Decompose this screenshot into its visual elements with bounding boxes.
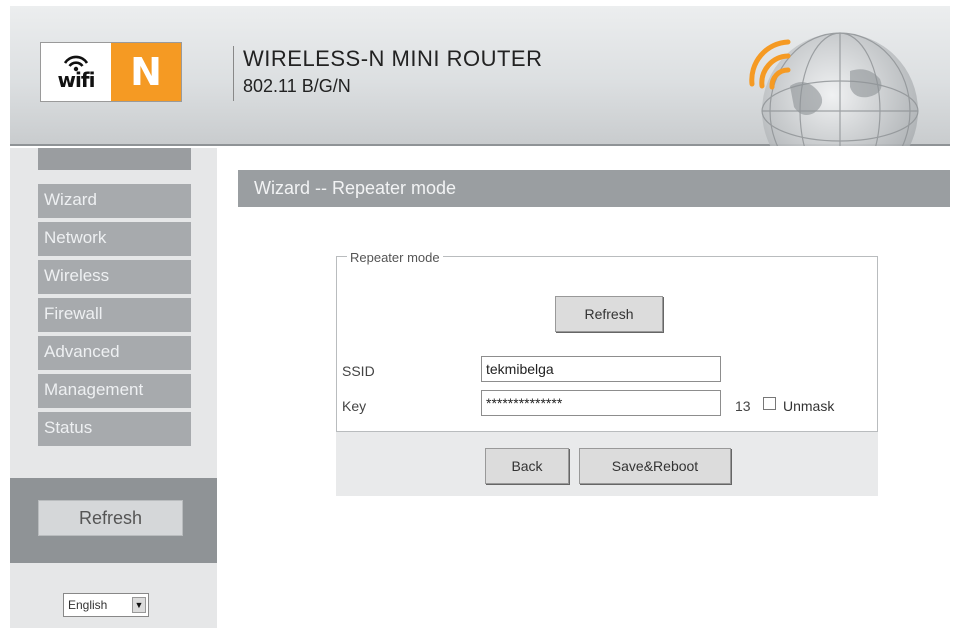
- sidebar-item-network[interactable]: Network: [38, 222, 191, 256]
- sidebar-item-wizard[interactable]: Wizard: [38, 184, 191, 218]
- logo-n-text: N: [111, 43, 181, 101]
- repeater-mode-fieldset: Repeater mode Refresh SSID Key 13 Unmask: [336, 250, 878, 432]
- fieldset-legend: Repeater mode: [347, 250, 443, 265]
- logo-wifi-text: wifi: [57, 68, 96, 92]
- save-reboot-button[interactable]: Save&Reboot: [579, 448, 731, 484]
- product-subtitle: 802.11 B/G/N: [243, 76, 351, 96]
- sidebar-item-management[interactable]: Management: [38, 374, 191, 408]
- logo-wifi-part: wifi: [41, 43, 111, 101]
- scan-refresh-button[interactable]: Refresh: [555, 296, 663, 332]
- sidebar-top-bar: [38, 148, 191, 170]
- key-label: Key: [342, 398, 367, 414]
- sidebar-item-advanced[interactable]: Advanced: [38, 336, 191, 370]
- sidebar-item-firewall[interactable]: Firewall: [38, 298, 191, 332]
- unmask-checkbox[interactable]: [763, 397, 776, 410]
- back-button[interactable]: Back: [485, 448, 569, 484]
- key-input[interactable]: [481, 390, 721, 416]
- chevron-down-icon[interactable]: ▼: [132, 597, 146, 613]
- product-title: WIRELESS-N MINI ROUTER: [243, 46, 543, 71]
- wifi-n-logo: wifi N: [40, 42, 182, 102]
- sidebar: Wizard Network Wireless Firewall Advance…: [10, 148, 217, 628]
- language-select[interactable]: English ▼: [63, 593, 149, 617]
- header: wifi N WIRELESS-N MINI ROUTER 802.11 B/G…: [10, 6, 950, 146]
- key-length-count: 13: [735, 398, 751, 414]
- header-divider: [233, 46, 234, 101]
- page-title: Wizard -- Repeater mode: [238, 170, 950, 207]
- unmask-label: Unmask: [783, 398, 835, 414]
- sidebar-refresh-button[interactable]: Refresh: [38, 500, 183, 536]
- language-value: English: [68, 598, 108, 612]
- sidebar-refresh-panel: Refresh: [10, 478, 217, 563]
- ssid-input[interactable]: [481, 356, 721, 382]
- button-bar: Back Save&Reboot: [336, 432, 878, 496]
- globe-icon: [749, 32, 919, 146]
- sidebar-item-status[interactable]: Status: [38, 412, 191, 446]
- sidebar-item-wireless[interactable]: Wireless: [38, 260, 191, 294]
- ssid-label: SSID: [342, 363, 375, 379]
